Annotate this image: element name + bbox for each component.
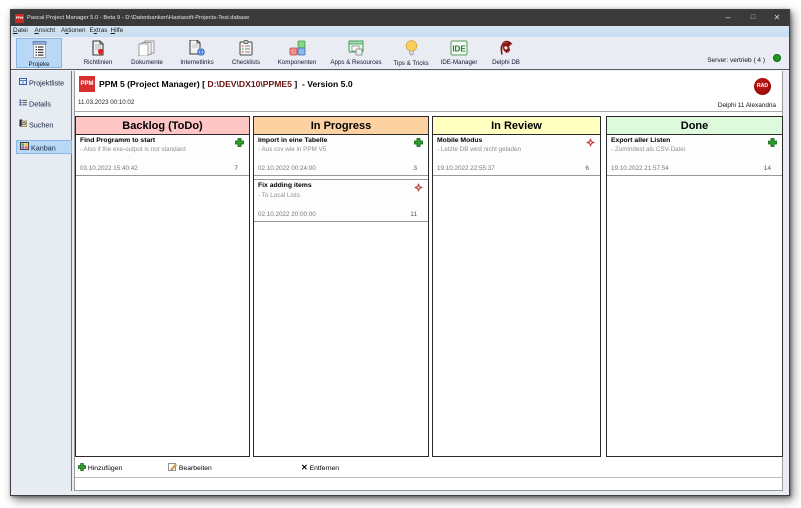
svg-text:IDE: IDE — [452, 45, 466, 54]
